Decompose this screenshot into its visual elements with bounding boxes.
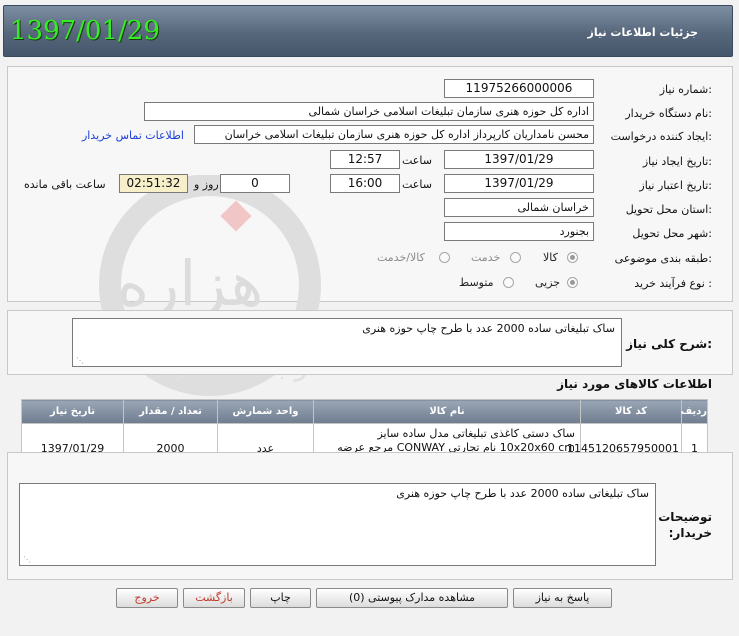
category-option-service: خدمت [471,251,501,264]
reply-button[interactable]: پاسخ به نیاز [513,588,612,608]
back-button[interactable]: بازگشت [183,588,245,608]
header-bar: جزئیات اطلاعات نیاز 1397/01/29 [3,5,733,57]
general-desc-field[interactable]: ساک تبلیغاتی ساده 2000 عدد با طرح چاپ حو… [72,318,622,367]
category-radio-goods[interactable] [567,252,578,263]
created-date-field[interactable]: 1397/01/29 [444,150,594,169]
province-field[interactable]: خراسان شمالی [444,198,594,217]
remaining-label: ساعت باقی مانده [24,178,106,191]
city-field[interactable]: بجنورد [444,222,594,241]
city-label: شهر محل تحویل: [632,227,712,240]
requester-label: ایجاد کننده درخواست: [610,130,712,143]
resize-grip-icon[interactable]: ⋰ [76,356,84,365]
province-label: استان محل تحویل: [625,203,712,216]
buyer-notes-field[interactable]: ساک تبلیغاتی ساده 2000 عدد با طرح چاپ حو… [19,483,656,566]
process-option-partial: جزیی [535,276,561,289]
days-field[interactable]: 0 [220,174,290,193]
category-label: طبقه بندی موضوعی: [614,252,712,265]
remaining-time-field: 02:51:32 [119,174,188,193]
process-label: نوع فرآیند خرید : [634,277,712,290]
buyer-org-label: نام دستگاه خریدار: [625,107,712,120]
items-section-title: اطلاعات کالاهای مورد نیاز [557,377,712,391]
column-header-code: کد کالا [580,399,682,424]
validity-time-label: ساعت [402,178,432,191]
general-desc-text: ساک تبلیغاتی ساده 2000 عدد با طرح چاپ حو… [362,322,615,335]
created-time-field[interactable]: 12:57 [330,150,400,169]
need-number-label: شماره نیاز: [659,83,712,96]
process-radio-medium[interactable] [503,277,514,288]
resize-grip-icon[interactable]: ⋰ [23,555,31,564]
validity-date-field[interactable]: 1397/01/29 [444,174,594,193]
print-button[interactable]: چاپ [250,588,311,608]
buyer-notes-label-text: توضیحات خریدار: [658,510,712,540]
exit-button[interactable]: خروج [116,588,178,608]
buyer-org-field[interactable]: اداره کل حوزه هنری سازمان تبلیغات اسلامی… [144,102,594,121]
column-header-unit: واحد شمارش [217,399,314,424]
column-header-date: تاریخ نیاز [21,399,124,424]
category-radio-service[interactable] [510,252,521,263]
header-date: 1397/01/29 [10,16,160,46]
created-date-label: تاریخ ایجاد نیاز: [642,155,712,168]
column-header-row: ردیف [680,399,708,424]
process-radio-partial[interactable] [567,277,578,288]
category-option-both: کالا/خدمت [377,251,425,264]
validity-time-field[interactable]: 16:00 [330,174,400,193]
column-header-qty: تعداد / مقدار [123,399,218,424]
page-title: جزئیات اطلاعات نیاز [587,26,699,39]
buyer-notes-label: توضیحات خریدار: [658,509,712,541]
process-option-medium: متوسط [459,276,494,289]
general-desc-label: شرح کلی نیاز: [626,337,712,351]
requester-field[interactable]: محسن نامداریان کارپرداز اداره کل حوزه هن… [194,125,594,144]
created-time-label: ساعت [402,154,432,167]
validity-date-label: تاریخ اعتبار نیاز: [639,179,712,192]
category-option-goods: کالا [543,251,558,264]
view-attachments-button[interactable]: مشاهده مدارک پیوستی (0) [316,588,508,608]
need-number-field[interactable]: 11975266000006 [444,79,594,98]
category-radio-both[interactable] [439,252,450,263]
buyer-contact-link[interactable]: اطلاعات تماس خریدار [82,129,184,142]
buyer-notes-text: ساک تبلیغاتی ساده 2000 عدد با طرح چاپ حو… [396,487,649,500]
column-header-name: نام کالا [313,399,581,424]
days-label: روز و [194,178,219,191]
